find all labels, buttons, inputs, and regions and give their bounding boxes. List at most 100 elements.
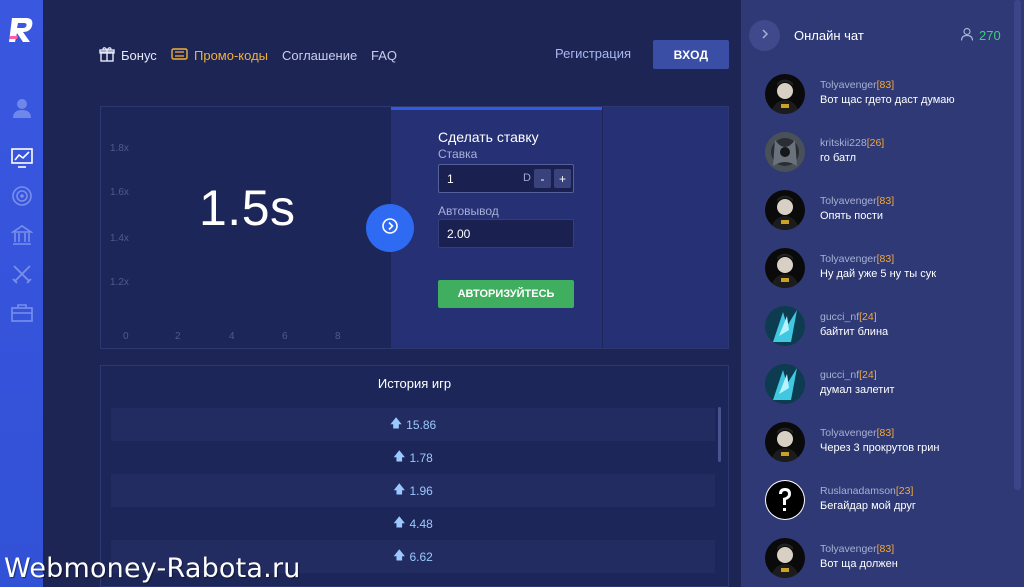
chat-message: Ruslanadamson[23] Бегайдар мой друг [765, 480, 1010, 520]
chat-username[interactable]: Tolyavenger[83] [820, 427, 894, 439]
avatar[interactable] [765, 538, 805, 578]
chat-username[interactable]: Tolyavenger[83] [820, 253, 894, 265]
avatar[interactable] [765, 248, 805, 288]
user-outline-icon [960, 27, 974, 44]
nav-promo-label: Промо-коды [194, 47, 269, 63]
game-panel: 1.8x 1.6x 1.4x 1.2x 0 2 4 6 8 1.5s Сдела… [100, 106, 729, 349]
bet-title: Сделать ставку [438, 129, 539, 145]
avatar[interactable] [765, 132, 805, 172]
x-tick: 2 [175, 331, 181, 342]
watermark: Webmoney-Rabota.ru [4, 553, 301, 584]
building-icon[interactable] [9, 222, 34, 247]
chat-title: Онлайн чат [794, 28, 864, 43]
chat-message: gucci_nf[24] думал залетит [765, 364, 1010, 404]
history-value: 1.96 [409, 483, 433, 498]
play-button[interactable] [366, 204, 414, 252]
chat-panel: Онлайн чат 270 Tolyavenger[83] Вот щас г… [741, 0, 1024, 587]
chevron-right-icon [760, 27, 770, 45]
stake-value: 1 [447, 172, 454, 186]
autowithdraw-label: Автовывод [438, 204, 499, 218]
chat-text: байтит блина [820, 326, 889, 338]
autowithdraw-input[interactable]: 2.00 [438, 219, 574, 248]
avatar[interactable] [765, 306, 805, 346]
chat-message: gucci_nf[24] байтит блина [765, 306, 1010, 346]
nav-agreement-label: Соглашение [282, 47, 358, 63]
bet-side-panel [602, 107, 728, 348]
play-circle-icon [381, 217, 399, 240]
stake-input[interactable]: 1 D - + [438, 164, 574, 193]
x-tick: 8 [335, 331, 341, 342]
chat-message: Tolyavenger[83] Ну дай уже 5 ну ты сук [765, 248, 1010, 288]
nav-faq-label: FAQ [371, 47, 398, 63]
chat-text: Вот ща должен [820, 558, 898, 570]
target-icon[interactable] [9, 183, 34, 208]
chat-username[interactable]: gucci_nf[24] [820, 311, 877, 323]
history-row: 🡅 4.48 [111, 507, 715, 540]
decrement-button[interactable]: - [534, 169, 551, 188]
crash-graph: 1.8x 1.6x 1.4x 1.2x 0 2 4 6 8 1.5s [101, 107, 391, 348]
chat-scrollbar[interactable] [1014, 0, 1021, 490]
chat-text: го батл [820, 152, 857, 164]
chat-text: Ну дай уже 5 ну ты сук [820, 268, 937, 280]
avatar[interactable] [765, 364, 805, 404]
countdown-timer: 1.5s [199, 180, 296, 236]
y-tick: 1.8x [110, 143, 129, 154]
chat-message: Tolyavenger[83] Вот щас гдето даст думаю [765, 74, 1010, 114]
chat-username[interactable]: Tolyavenger[83] [820, 543, 894, 555]
history-scrollbar[interactable] [718, 407, 721, 462]
crossed-swords-icon[interactable] [9, 261, 34, 286]
register-link[interactable]: Регистрация [555, 46, 631, 61]
nav-bonus[interactable]: Бонус [99, 45, 157, 65]
logo[interactable] [8, 14, 36, 46]
login-button[interactable]: ВХОД [653, 40, 729, 69]
chat-text: думал залетит [820, 384, 895, 396]
chat-text: Через 3 прокрутов грин [820, 442, 940, 454]
arrow-up-icon: 🡅 [393, 449, 406, 463]
chat-text: Вот щас гдето даст думаю [820, 94, 955, 106]
briefcase-icon[interactable] [9, 300, 34, 325]
history-value: 1.78 [409, 450, 433, 465]
chat-username[interactable]: Tolyavenger[83] [820, 79, 894, 91]
history-row: 🡅 1.78 [111, 441, 715, 474]
history-row: 🡅 1.96 [111, 474, 715, 507]
nav-bonus-label: Бонус [121, 47, 157, 63]
y-tick: 1.6x [110, 187, 129, 198]
avatar[interactable] [765, 480, 805, 520]
nav-faq[interactable]: FAQ [371, 45, 397, 65]
history-value: 6.62 [409, 549, 433, 564]
avatar[interactable] [765, 74, 805, 114]
x-tick: 4 [229, 331, 235, 342]
y-tick: 1.2x [110, 277, 129, 288]
x-tick: 6 [282, 331, 288, 342]
avatar[interactable] [765, 190, 805, 230]
authorize-button[interactable]: АВТОРИЗУЙТЕСЬ [438, 280, 574, 308]
chat-username[interactable]: gucci_nf[24] [820, 369, 877, 381]
chat-username[interactable]: Tolyavenger[83] [820, 195, 894, 207]
increment-button[interactable]: + [554, 169, 571, 188]
chart-icon[interactable] [9, 145, 34, 170]
chat-collapse-button[interactable] [749, 20, 780, 51]
chat-username[interactable]: kritskii228[26] [820, 137, 884, 149]
chat-message: Tolyavenger[83] Опять пости [765, 190, 1010, 230]
chat-message: Tolyavenger[83] Через 3 прокрутов грин [765, 422, 1010, 462]
history-row: 🡅 15.86 [111, 408, 715, 441]
chat-text: Бегайдар мой друг [820, 500, 916, 512]
chat-message: Tolyavenger[83] Вот ща должен [765, 538, 1010, 578]
chat-text: Опять пости [820, 210, 884, 222]
history-value: 4.48 [409, 516, 433, 531]
online-counter: 270 [960, 27, 1001, 44]
user-icon[interactable] [9, 95, 34, 120]
x-tick: 0 [123, 331, 129, 342]
avatar[interactable] [765, 422, 805, 462]
chat-username[interactable]: Ruslanadamson[23] [820, 485, 913, 497]
y-tick: 1.4x [110, 233, 129, 244]
arrow-up-icon: 🡅 [393, 515, 406, 529]
arrow-up-icon: 🡅 [393, 482, 406, 496]
currency-label: D [523, 172, 531, 184]
nav-agreement[interactable]: Соглашение [282, 45, 357, 65]
nav-promo-codes[interactable]: Промо-коды [171, 45, 268, 65]
stake-label: Ставка [438, 147, 478, 161]
gift-icon [99, 46, 115, 65]
arrow-up-icon: 🡅 [389, 416, 403, 430]
chat-header: Онлайн чат 270 [741, 0, 1024, 66]
